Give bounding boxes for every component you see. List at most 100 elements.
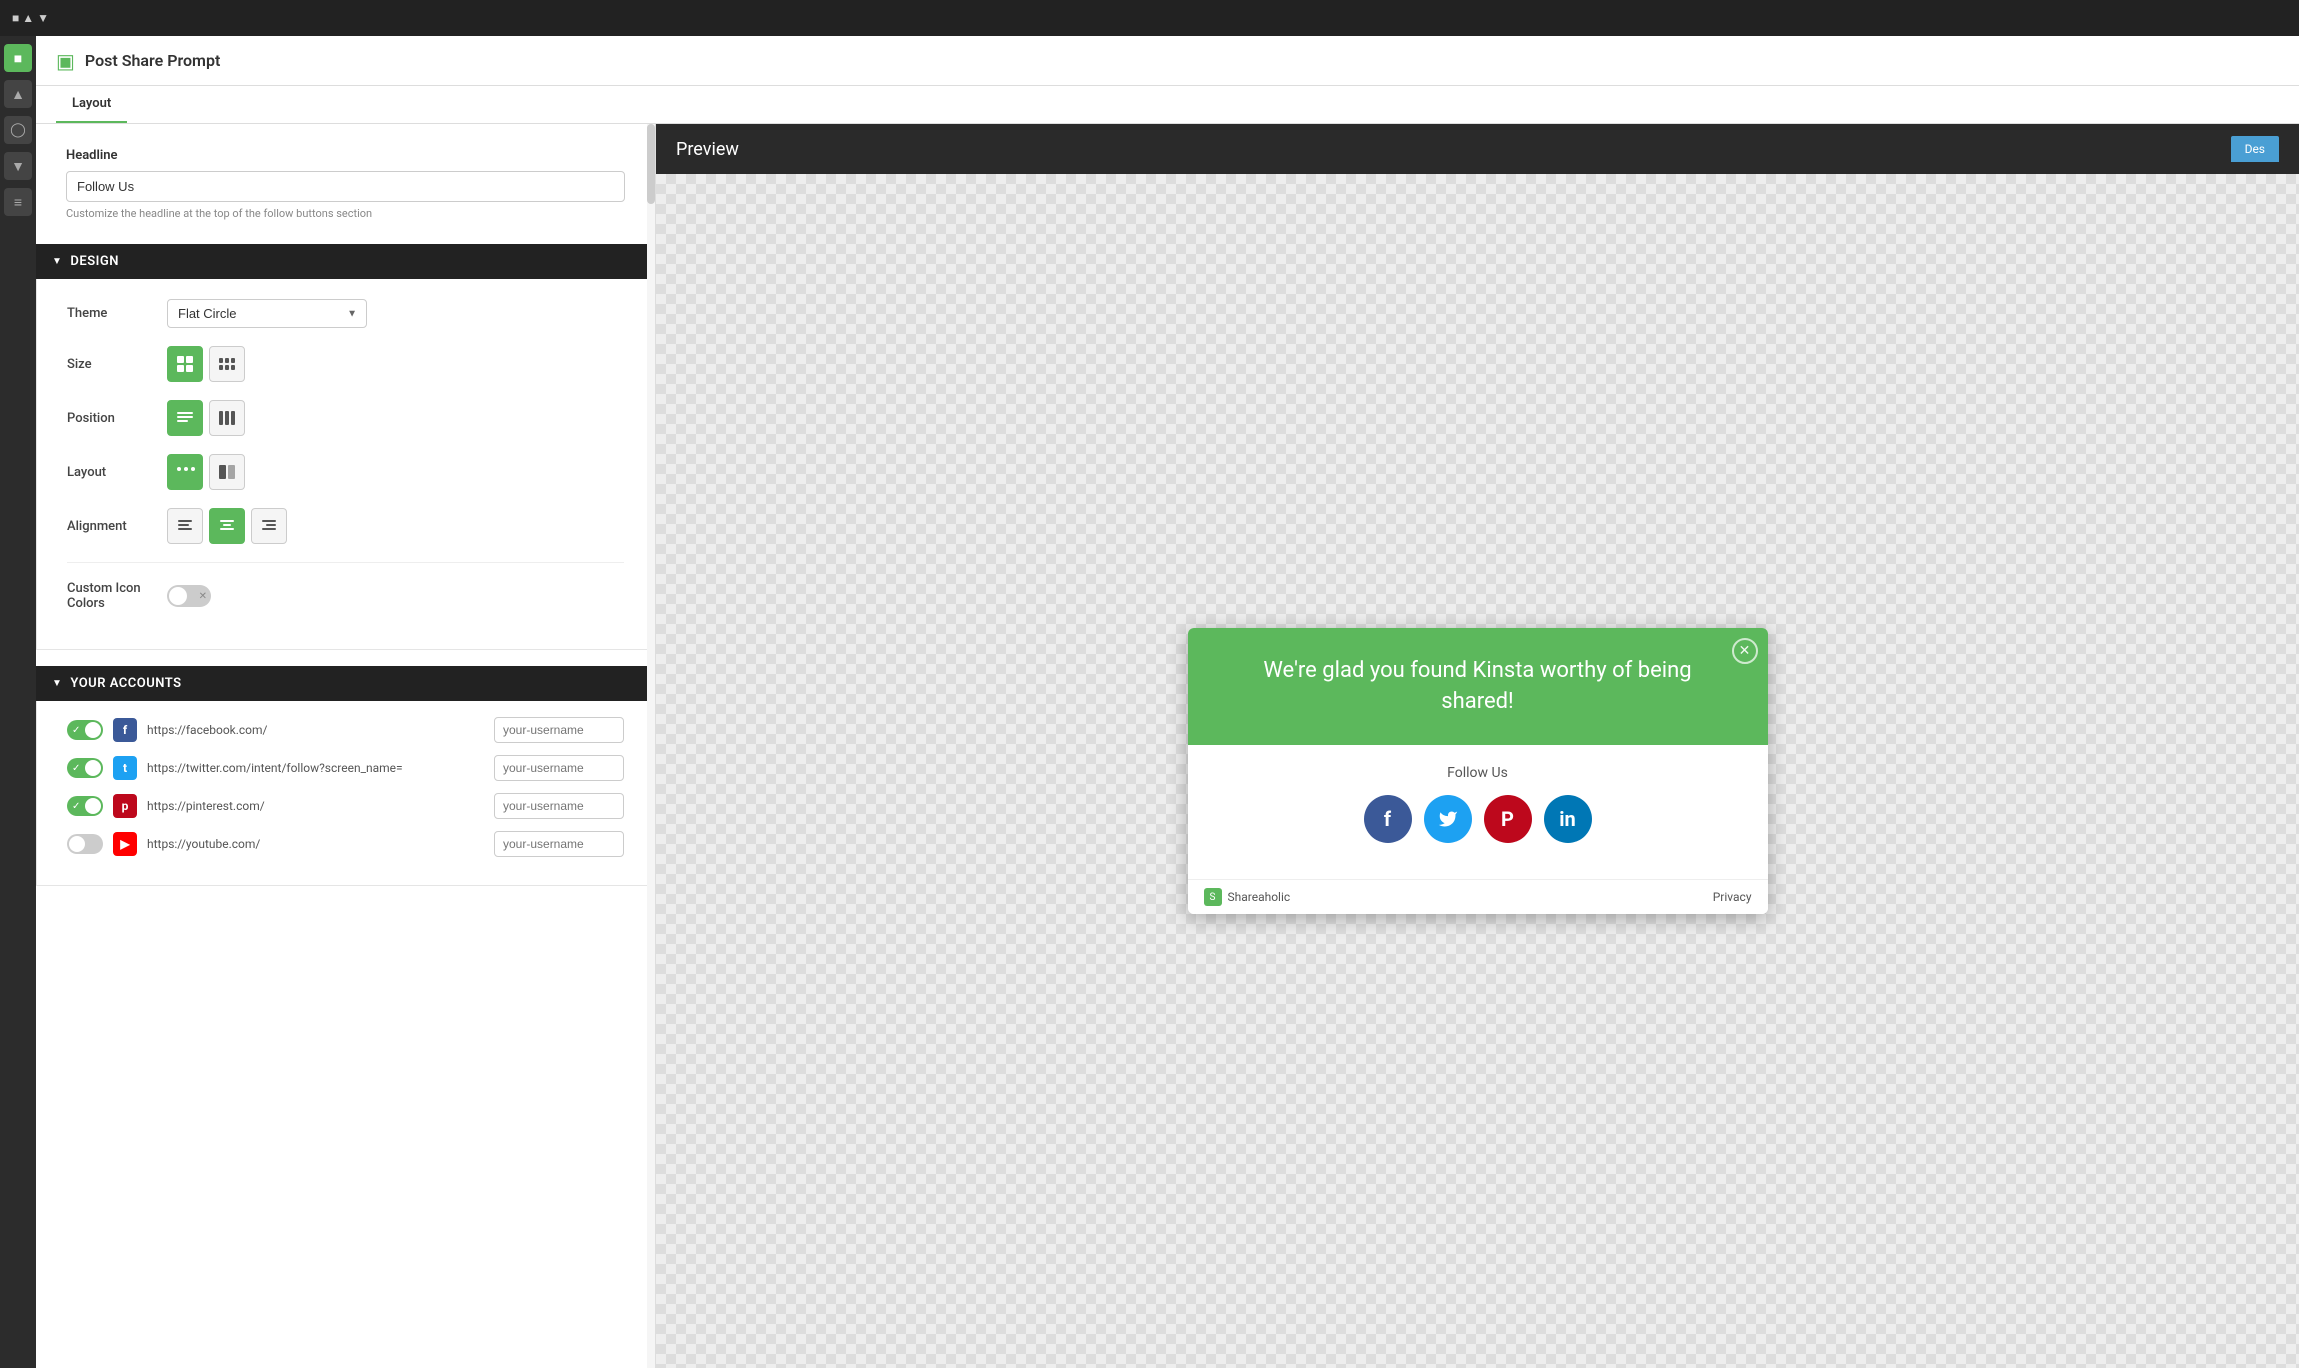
size-row: Size [67, 346, 624, 382]
theme-select[interactable]: Flat Circle Flat Square 3D Circle [167, 299, 367, 328]
alignment-label: Alignment [67, 519, 167, 534]
facebook-url: https://facebook.com/ [147, 723, 484, 737]
custom-icon-colors-controls: ✕ [167, 585, 211, 607]
alignment-controls [167, 508, 287, 544]
facebook-social-button[interactable]: f [1364, 795, 1412, 843]
position-vertical-button[interactable] [209, 400, 245, 436]
pinterest-username-input[interactable] [494, 793, 624, 819]
pinterest-toggle[interactable]: ✓ [67, 796, 103, 816]
design-label: DESIGN [70, 254, 119, 269]
align-right-button[interactable] [251, 508, 287, 544]
design-section-content: Theme Flat Circle Flat Square 3D Circle [36, 279, 655, 650]
page-title: Post Share Prompt [85, 51, 220, 70]
facebook-icon: f [113, 718, 137, 742]
alignment-row: Alignment [67, 508, 624, 544]
preview-area: We're glad you found Kinsta worthy of be… [656, 174, 2299, 1368]
youtube-icon: ▶ [113, 832, 137, 856]
accounts-chevron: ▼ [52, 678, 62, 689]
custom-icon-colors-label: Custom Icon Colors [67, 581, 167, 611]
preview-title: Preview [676, 139, 739, 160]
panels: Headline Customize the headline at the t… [36, 124, 2299, 1368]
privacy-link[interactable]: Privacy [1713, 890, 1752, 904]
sidebar-icon-4[interactable]: ▼ [4, 152, 32, 180]
facebook-toggle-check: ✓ [72, 725, 80, 736]
account-row-facebook: ✓ f https://facebook.com/ [67, 717, 624, 743]
page-header: ▣ Post Share Prompt [36, 36, 2299, 86]
page-header-icon: ▣ [56, 49, 75, 73]
position-row: Position [67, 400, 624, 436]
twitter-toggle[interactable]: ✓ [67, 758, 103, 778]
scrollbar-track[interactable] [647, 124, 655, 1368]
twitter-social-button[interactable] [1424, 795, 1472, 843]
twitter-username-input[interactable] [494, 755, 624, 781]
twitter-icon: t [113, 756, 137, 780]
pinterest-toggle-check: ✓ [72, 801, 80, 812]
theme-label: Theme [67, 306, 167, 321]
size-label: Size [67, 357, 167, 372]
facebook-toggle-knob [85, 722, 101, 738]
scrollbar-thumb[interactable] [647, 124, 655, 204]
sidebar-icon-3[interactable]: ◯ [4, 116, 32, 144]
social-buttons: f P in [1208, 795, 1748, 843]
pinterest-toggle-knob [85, 798, 101, 814]
toggle-knob [169, 587, 187, 605]
shareaholic-brand: S Shareaholic [1204, 888, 1291, 906]
size-controls [167, 346, 245, 382]
tab-layout[interactable]: Layout [56, 86, 127, 123]
sidebar-icon-main[interactable]: ■ [4, 44, 32, 72]
modal-close-button[interactable]: ✕ [1732, 638, 1758, 664]
sidebar-icon-5[interactable]: ≡ [4, 188, 32, 216]
pinterest-url: https://pinterest.com/ [147, 799, 484, 813]
position-controls [167, 400, 245, 436]
custom-icon-colors-row: Custom Icon Colors ✕ [67, 581, 624, 611]
preview-tab[interactable]: Des [2231, 136, 2279, 162]
position-label: Position [67, 411, 167, 426]
accounts-section-content: ✓ f https://facebook.com/ ✓ t [36, 701, 655, 886]
headline-input[interactable] [66, 171, 625, 202]
pinterest-icon: p [113, 794, 137, 818]
youtube-username-input[interactable] [494, 831, 624, 857]
size-small-button[interactable] [209, 346, 245, 382]
youtube-url: https://youtube.com/ [147, 837, 484, 851]
toggle-x-icon: ✕ [199, 591, 207, 602]
align-center-button[interactable] [209, 508, 245, 544]
youtube-toggle-knob [69, 836, 85, 852]
youtube-toggle[interactable] [67, 834, 103, 854]
layout-list-button[interactable] [209, 454, 245, 490]
position-horizontal-button[interactable] [167, 400, 203, 436]
align-left-button[interactable] [167, 508, 203, 544]
modal-card: We're glad you found Kinsta worthy of be… [1188, 628, 1768, 915]
layout-label: Layout [67, 465, 167, 480]
facebook-username-input[interactable] [494, 717, 624, 743]
twitter-url: https://twitter.com/intent/follow?screen… [147, 761, 484, 775]
account-row-pinterest: ✓ p https://pinterest.com/ [67, 793, 624, 819]
top-bar: ■ ▲ ▼ [0, 0, 2299, 36]
design-section-header[interactable]: ▼ DESIGN [36, 244, 655, 279]
brand-name: Shareaholic [1228, 890, 1291, 904]
layout-dots-button[interactable] [167, 454, 203, 490]
top-bar-content: ■ ▲ ▼ [12, 11, 61, 25]
accounts-label: YOUR ACCOUNTS [70, 676, 181, 691]
headline-hint: Customize the headline at the top of the… [66, 207, 625, 220]
custom-icon-colors-toggle[interactable]: ✕ [167, 585, 211, 607]
twitter-toggle-knob [85, 760, 101, 776]
size-large-button[interactable] [167, 346, 203, 382]
layout-row: Layout [67, 454, 624, 490]
headline-label: Headline [66, 148, 625, 163]
theme-select-wrapper: Flat Circle Flat Square 3D Circle [167, 299, 367, 328]
design-chevron: ▼ [52, 256, 62, 267]
pinterest-social-button[interactable]: P [1484, 795, 1532, 843]
twitter-toggle-check: ✓ [72, 763, 80, 774]
facebook-toggle[interactable]: ✓ [67, 720, 103, 740]
sidebar-icon-2[interactable]: ▲ [4, 80, 32, 108]
layout-controls [167, 454, 245, 490]
tab-bar: Layout [36, 86, 2299, 124]
sidebar: ■ ▲ ◯ ▼ ≡ [0, 36, 36, 1368]
account-row-twitter: ✓ t https://twitter.com/intent/follow?sc… [67, 755, 624, 781]
content-area: ▣ Post Share Prompt Layout Headline Cust… [36, 36, 2299, 1368]
right-panel: Preview Des We're glad you found Kinsta … [656, 124, 2299, 1368]
modal-header: We're glad you found Kinsta worthy of be… [1188, 628, 1768, 746]
headline-section: Headline Customize the headline at the t… [36, 124, 655, 244]
accounts-section-header[interactable]: ▼ YOUR ACCOUNTS [36, 666, 655, 701]
linkedin-social-button[interactable]: in [1544, 795, 1592, 843]
